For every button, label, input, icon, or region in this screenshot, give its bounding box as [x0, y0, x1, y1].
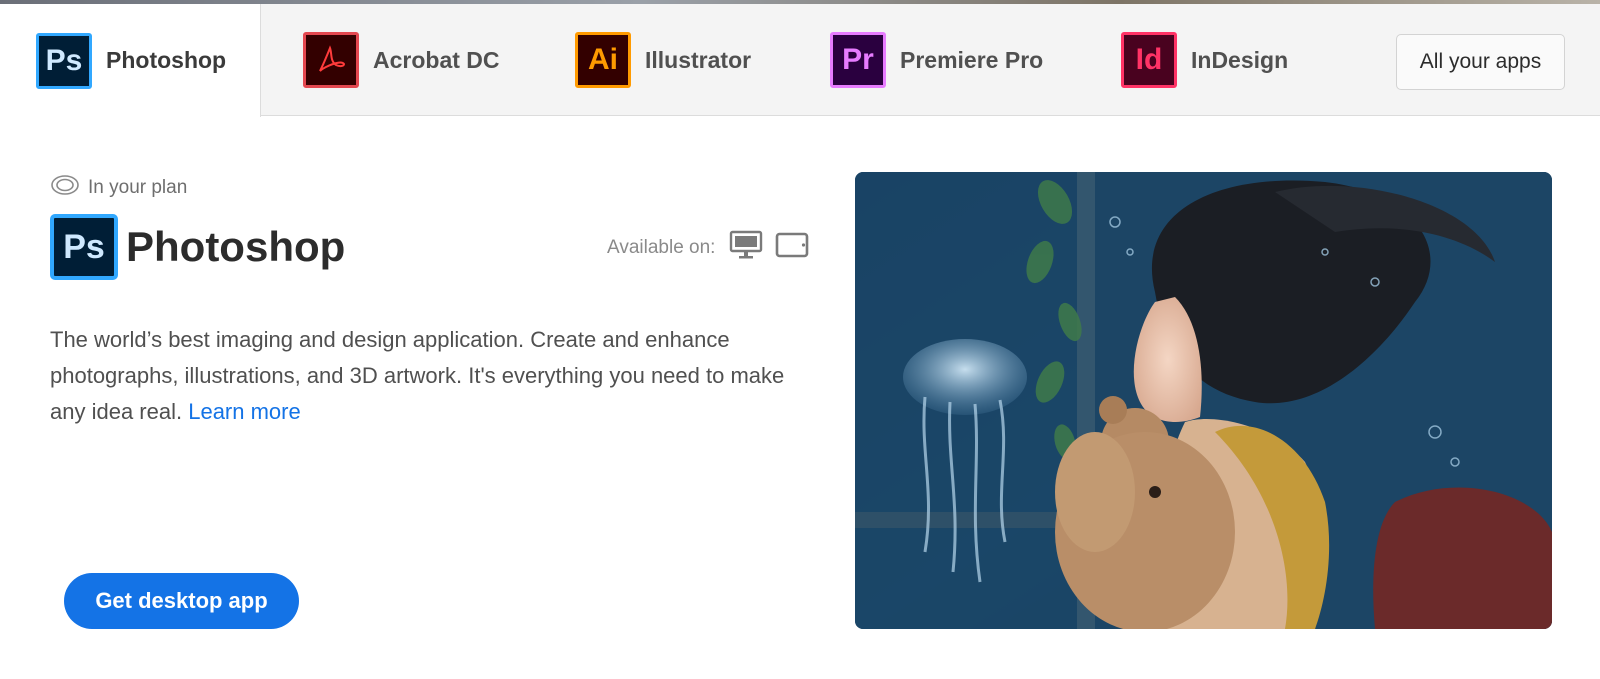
photoshop-icon: Ps [36, 32, 92, 89]
all-your-apps-button[interactable]: All your apps [1396, 34, 1565, 90]
photoshop-icon: Ps [50, 214, 118, 280]
tab-label: Premiere Pro [900, 46, 1044, 73]
learn-more-link[interactable]: Learn more [188, 399, 301, 424]
desktop-icon [729, 230, 763, 265]
indesign-icon: Id [1121, 32, 1177, 88]
hero-image [855, 172, 1552, 629]
tab-illustrator[interactable]: Ai Illustrator [575, 4, 751, 116]
tab-label: Acrobat DC [373, 46, 500, 73]
app-tab-bar: Ps Photoshop Acrobat DC Ai Illustrator P… [0, 4, 1600, 117]
get-desktop-app-button[interactable]: Get desktop app [64, 573, 299, 629]
tab-indesign[interactable]: Id InDesign [1121, 4, 1288, 116]
plan-label: In your plan [88, 176, 188, 198]
product-header: Ps Photoshop [50, 214, 345, 280]
tab-label: Illustrator [645, 46, 752, 73]
page-title: Photoshop [126, 223, 346, 270]
acrobat-icon [303, 32, 359, 88]
tab-premiere-pro[interactable]: Pr Premiere Pro [830, 4, 1043, 116]
product-description: The world’s best imaging and design appl… [50, 322, 810, 430]
tab-label: Photoshop [106, 47, 227, 73]
tab-photoshop[interactable]: Ps Photoshop [0, 4, 261, 117]
tab-label: InDesign [1191, 46, 1289, 73]
tablet-icon [775, 232, 809, 263]
platform-availability: Available on: [607, 230, 809, 265]
description-text: The world’s best imaging and design appl… [50, 327, 785, 424]
tab-acrobat-dc[interactable]: Acrobat DC [303, 4, 500, 116]
premiere-pro-icon: Pr [830, 32, 886, 88]
creative-cloud-icon [50, 174, 80, 201]
illustrator-icon: Ai [575, 32, 631, 88]
plan-indicator: In your plan [50, 174, 187, 201]
available-label: Available on: [607, 236, 716, 258]
